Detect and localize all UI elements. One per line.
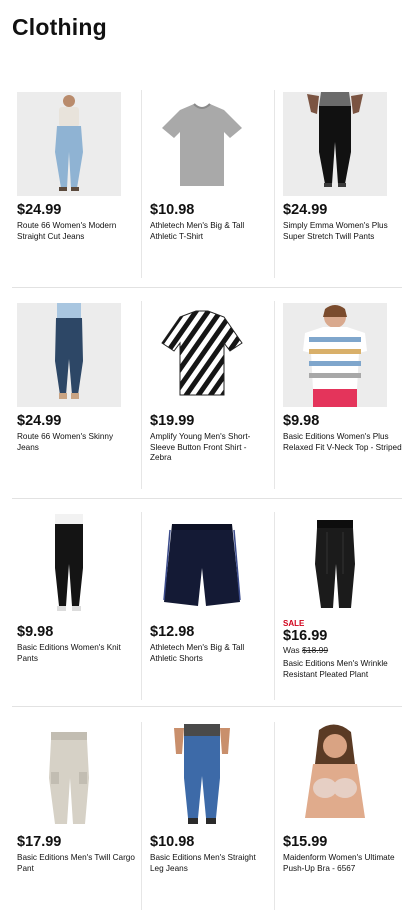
column-divider [274, 90, 275, 278]
was-label: Was [283, 645, 300, 655]
product-card[interactable]: $24.99 Route 66 Women's Modern Straight … [12, 80, 143, 290]
product-name[interactable]: Amplify Young Men's Short-Sleeve Button … [150, 432, 270, 464]
product-price: $9.98 [283, 413, 320, 429]
product-name[interactable]: Route 66 Women's Skinny Jeans [17, 432, 137, 453]
product-card[interactable]: $10.98 Athletech Men's Big & Tall Athlet… [145, 80, 276, 290]
row-divider [12, 498, 402, 499]
product-image[interactable] [150, 724, 254, 828]
product-price: $12.98 [150, 624, 195, 640]
product-price: $19.99 [150, 413, 195, 429]
column-divider [141, 512, 142, 700]
product-price: $9.98 [17, 624, 54, 640]
product-row: $24.99 Route 66 Women's Skinny Jeans $19… [0, 291, 414, 501]
product-name[interactable]: Basic Editions Women's Knit Pants [17, 643, 137, 664]
product-image[interactable] [283, 92, 387, 196]
product-card[interactable]: $24.99 Simply Emma Women's Plus Super St… [278, 80, 409, 290]
product-name[interactable]: Athletech Men's Big & Tall Athletic Shor… [150, 643, 270, 664]
column-divider [141, 301, 142, 489]
product-name[interactable]: Simply Emma Women's Plus Super Stretch T… [283, 221, 403, 242]
was-price: Was $18.99 [283, 645, 328, 655]
product-image[interactable] [17, 514, 121, 618]
product-card[interactable]: $19.99 Amplify Young Men's Short-Sleeve … [145, 291, 276, 501]
product-image[interactable] [150, 92, 254, 196]
column-divider [141, 722, 142, 910]
product-card[interactable]: $9.98 Basic Editions Women's Plus Relaxe… [278, 291, 409, 501]
product-name[interactable]: Basic Editions Men's Wrinkle Resistant P… [283, 659, 403, 680]
row-divider [12, 287, 402, 288]
product-image[interactable] [17, 303, 121, 407]
product-name[interactable]: Basic Editions Women's Plus Relaxed Fit … [283, 432, 403, 453]
product-price: $16.99 [283, 628, 328, 644]
row-divider [12, 706, 402, 707]
column-divider [274, 301, 275, 489]
product-card[interactable]: $24.99 Route 66 Women's Skinny Jeans [12, 291, 143, 501]
product-image[interactable] [283, 724, 387, 828]
product-image[interactable] [17, 92, 121, 196]
product-price: $24.99 [283, 202, 328, 218]
product-image[interactable] [150, 303, 254, 407]
product-price: $24.99 [17, 202, 62, 218]
product-price: $15.99 [283, 834, 328, 850]
column-divider [274, 512, 275, 700]
product-name[interactable]: Basic Editions Men's Straight Leg Jeans [150, 853, 270, 874]
product-name[interactable]: Basic Editions Men's Twill Cargo Pant [17, 853, 137, 874]
product-image[interactable] [17, 724, 121, 828]
column-divider [141, 90, 142, 278]
product-card[interactable]: $9.98 Basic Editions Women's Knit Pants [12, 502, 143, 712]
product-row: $24.99 Route 66 Women's Modern Straight … [0, 80, 414, 290]
product-card[interactable]: SALE $16.99 Was $18.99 Basic Editions Me… [278, 502, 409, 712]
product-image[interactable] [150, 514, 254, 618]
product-price: $24.99 [17, 413, 62, 429]
product-row: $9.98 Basic Editions Women's Knit Pants … [0, 502, 414, 712]
product-name[interactable]: Athletech Men's Big & Tall Athletic T-Sh… [150, 221, 270, 242]
product-price: $10.98 [150, 202, 195, 218]
was-price-value: $18.99 [302, 645, 329, 655]
product-card[interactable]: $12.98 Athletech Men's Big & Tall Athlet… [145, 502, 276, 712]
product-price: $10.98 [150, 834, 195, 850]
sale-label: SALE [283, 619, 305, 628]
column-divider [274, 722, 275, 910]
product-name[interactable]: Route 66 Women's Modern Straight Cut Jea… [17, 221, 137, 242]
product-image[interactable] [283, 514, 387, 618]
product-image[interactable] [283, 303, 387, 407]
product-price: $17.99 [17, 834, 62, 850]
product-name[interactable]: Maidenform Women's Ultimate Push-Up Bra … [283, 853, 403, 874]
page-title: Clothing [12, 14, 107, 40]
